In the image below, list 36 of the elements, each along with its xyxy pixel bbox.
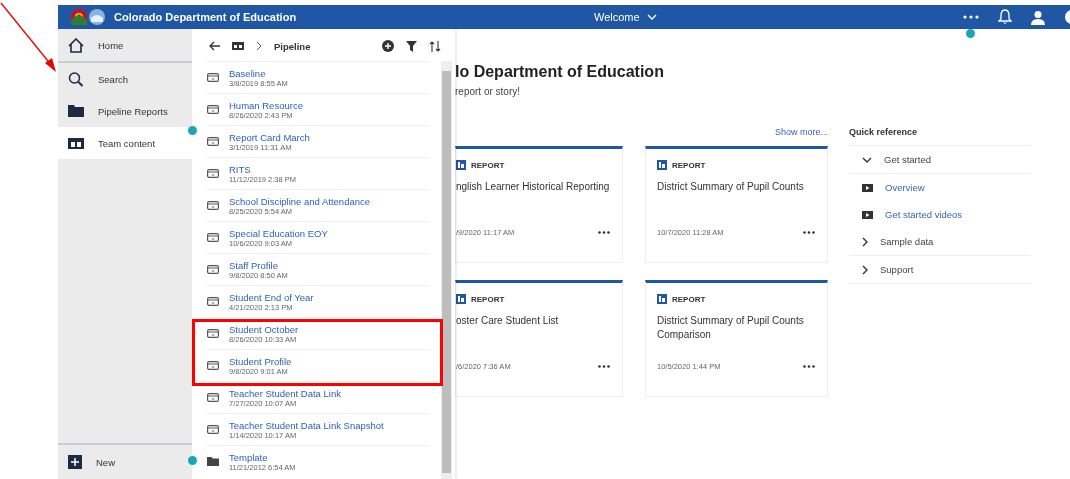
page-subtitle: report or story!: [455, 86, 522, 97]
sidebar-item[interactable]: Team content: [58, 127, 192, 159]
report-link[interactable]: Teacher Student Data Link Snapshot: [229, 419, 384, 431]
report-link[interactable]: School Discipline and Attendance: [229, 195, 370, 207]
show-more-link[interactable]: Show more...: [774, 127, 828, 137]
report-link[interactable]: Baseline: [229, 67, 288, 79]
card-type-label: REPORT: [672, 294, 706, 304]
card-type-label: REPORT: [471, 294, 505, 304]
report-link[interactable]: RITS: [229, 163, 296, 175]
sidebar-item[interactable]: Pipeline Reports: [58, 95, 192, 127]
breadcrumb-current: Pipeline: [274, 40, 311, 52]
report-link[interactable]: Student Profile: [229, 355, 292, 367]
report-link[interactable]: Template: [229, 451, 296, 463]
card-title: District Summary of Pupil Counts Comparison: [657, 314, 805, 342]
welcome-menu[interactable]: Welcome: [592, 9, 659, 25]
quick-reference-item[interactable]: Get started: [849, 146, 1031, 174]
card-type-label: REPORT: [672, 160, 706, 170]
quick-reference-item[interactable]: Support: [849, 256, 1031, 284]
app-title: Colorado Department of Education: [114, 11, 297, 23]
card-type-label: REPORT: [471, 160, 505, 170]
card-title: oster Care Student List: [456, 314, 560, 328]
quick-reference-heading: Quick reference: [849, 127, 1031, 146]
card-title: nglish Learner Historical Reporting: [456, 180, 610, 194]
card-title: District Summary of Pupil Counts: [657, 180, 805, 194]
report-link[interactable]: Report Card March: [229, 131, 310, 143]
page-heading: lo Department of Education: [455, 63, 665, 81]
report-link[interactable]: Student End of Year: [229, 291, 314, 303]
report-link[interactable]: Teacher Student Data Link: [229, 387, 341, 399]
report-link[interactable]: Staff Profile: [229, 259, 288, 271]
report-link[interactable]: Human Resource: [229, 99, 303, 111]
report-link[interactable]: Special Education EOY: [229, 227, 328, 239]
video-link[interactable]: Get started videos: [885, 209, 963, 220]
video-link[interactable]: Overview: [885, 182, 925, 193]
sidebar-item[interactable]: Search: [58, 63, 192, 95]
quick-reference-item[interactable]: Sample data: [849, 228, 1031, 256]
report-link[interactable]: Student October: [229, 323, 299, 335]
